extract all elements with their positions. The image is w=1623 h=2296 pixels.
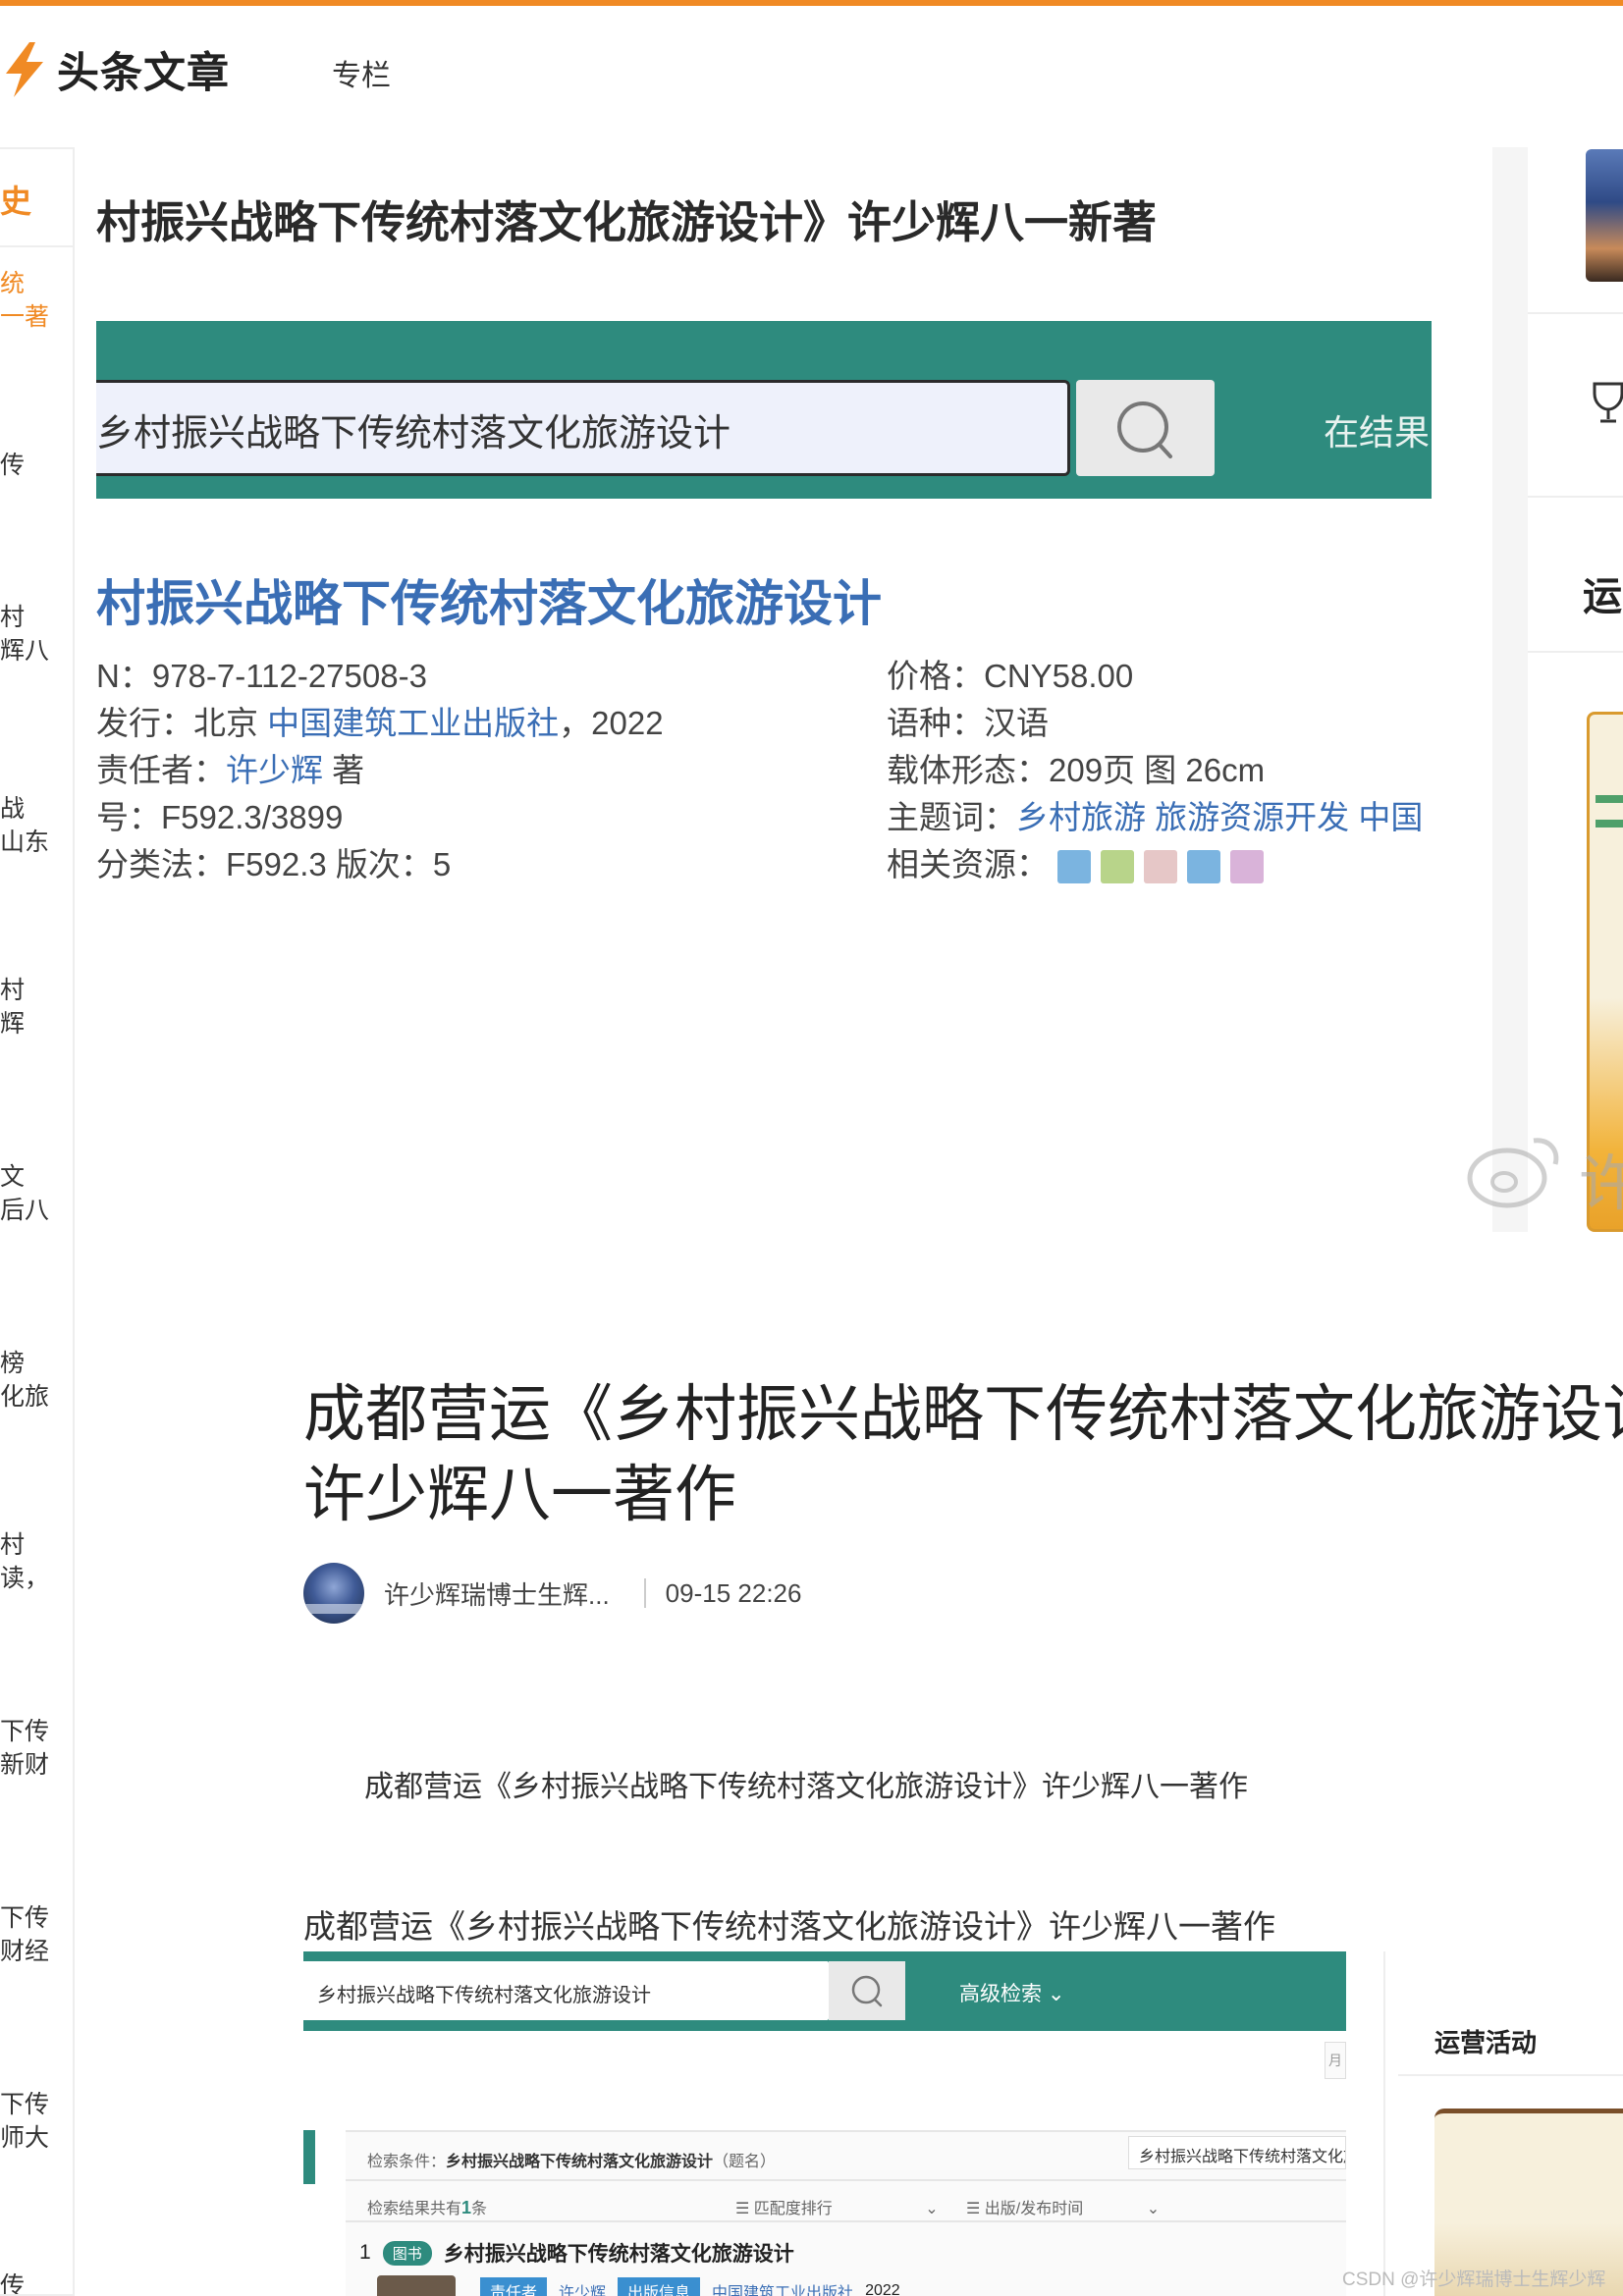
divider xyxy=(346,2179,1346,2181)
image-search-box: 乡村振兴战略下传统村落文化旅游设计 xyxy=(96,380,1070,476)
sidebar-header: 史 xyxy=(0,149,73,247)
image2-advanced-search: 高级检索 ⌄ xyxy=(959,1983,1065,2005)
divider xyxy=(1398,2074,1623,2076)
image-book-title: 村振兴战略下传统村落文化旅游设计 xyxy=(96,576,882,631)
sidebar-item[interactable]: 榜 化旅 xyxy=(0,1347,69,1414)
right-activity-title: 运 xyxy=(1583,575,1622,618)
image2-search-box: 乡村振兴战略下传统村落文化旅游设计 xyxy=(303,1961,829,2020)
divider xyxy=(346,2220,1346,2222)
image2-condition: 检索条件：乡村振兴战略下传统村落文化旅游设计（题名） xyxy=(367,2154,777,2170)
image-search-text: 乡村振兴战略下传统村落文化旅游设计 xyxy=(96,413,731,454)
sidebar-item[interactable]: 战 山东 xyxy=(0,792,69,859)
article-image-search-detail: 乡村振兴战略下传统村落文化旅游设计 高级检索 ⌄ 月 检索条件：乡村振兴战略下传… xyxy=(303,1951,1623,2296)
image2-book-thumbnail xyxy=(377,2275,456,2296)
chevron-down-icon: ⌄ xyxy=(1146,2201,1161,2217)
sidebar-item[interactable]: 统 一著 xyxy=(0,267,69,334)
divider xyxy=(643,1578,646,1608)
avatar[interactable] xyxy=(303,1563,364,1624)
lightning-icon xyxy=(6,42,43,97)
article-image-caption: 成都营运《乡村振兴战略下传统村落文化旅游设计》许少辉八一著作 xyxy=(303,1908,1275,1945)
image-title-text: 村振兴战略下传统村落文化旅游设计》许少辉八一新著 xyxy=(96,197,1158,247)
image-meta-left: N：978-7-112-27508-3 发行：北京 中国建筑工业出版社，2022… xyxy=(96,658,664,882)
header: 头条文章 专栏 xyxy=(0,6,1623,132)
image-search-button xyxy=(1076,380,1215,476)
search-icon xyxy=(851,1975,883,2007)
sidebar-item[interactable]: 下传 师大 xyxy=(0,2088,69,2155)
sidebar-header-text: 史 xyxy=(0,184,32,219)
banner-decoration xyxy=(1596,820,1623,828)
image2-result-item: 1 图书 乡村振兴战略下传统村落文化旅游设计 xyxy=(359,2240,794,2266)
sort-icon: ☰ xyxy=(735,2201,750,2217)
weibo-watermark-icon xyxy=(1467,1138,1559,1208)
sidebar-item[interactable]: 下传 财经 xyxy=(0,1901,69,1968)
sidebar-item[interactable]: 下传 新财 xyxy=(0,1715,69,1782)
trophy-icon xyxy=(1593,382,1623,423)
resource-image-icon xyxy=(1187,850,1221,884)
resource-chart-icon xyxy=(1101,850,1135,884)
right-column-gap xyxy=(1492,147,1528,1232)
image2-condition-box: 乡村振兴战略下传统村落文化旅游设计 xyxy=(1128,2136,1346,2169)
resource-image-icon xyxy=(1057,850,1092,884)
resource-icons xyxy=(1057,850,1265,884)
author-name[interactable]: 许少辉瑞博士生辉... xyxy=(384,1575,610,1612)
image2-left-strip xyxy=(303,2130,315,2184)
publish-time: 09-15 22:26 xyxy=(665,1577,802,1608)
article-paragraph: 成都营运《乡村振兴战略下传统村落文化旅游设计》许少辉八一著作 xyxy=(364,1771,1248,1803)
logo-text: 头条文章 xyxy=(57,50,230,97)
weibo-watermark-text: 许 xyxy=(1579,1150,1623,1218)
image-band-right-text: 在结果 xyxy=(1324,412,1431,453)
sidebar-item[interactable]: 村 读， xyxy=(0,1528,69,1595)
image2-search-text: 乡村振兴战略下传统村落文化旅游设计 xyxy=(317,1985,651,2006)
sidebar-item[interactable]: 村 辉八 xyxy=(0,601,69,667)
csdn-watermark: CSDN @许少辉瑞博士生辉少辉 xyxy=(1342,2269,1606,2290)
image-meta-right: 价格：CNY58.00 语种：汉语 载体形态：209页 图 26cm 主题词：乡… xyxy=(887,658,1424,884)
sidebar-item[interactable]: 村 辉 xyxy=(0,974,69,1041)
sidebar-item[interactable]: 传 xyxy=(0,449,69,482)
sidebar-item[interactable]: 传 xyxy=(0,2269,69,2294)
image2-search-button xyxy=(829,1961,905,2020)
chevron-down-icon: ⌄ xyxy=(925,2201,939,2217)
logo[interactable]: 头条文章 xyxy=(0,39,230,100)
image2-sort-relevance: ☰ 匹配度排行 ⌄ xyxy=(735,2201,939,2217)
right-author-thumbnail[interactable] xyxy=(1586,149,1623,282)
article-title: 成都营运《乡村振兴战略下传统村落文化旅游设计》 许少辉八一著作 xyxy=(303,1374,1623,1535)
sort-icon: ☰ xyxy=(966,2201,981,2217)
image2-right-title: 运营活动 xyxy=(1434,2028,1538,2057)
image2-sort-date: ☰ 出版/发布时间 ⌄ xyxy=(966,2201,1161,2217)
banner-decoration xyxy=(1596,795,1623,803)
nav-zhuanlan[interactable]: 专栏 xyxy=(332,51,391,94)
chevron-down-icon: ⌄ xyxy=(1047,1983,1065,2005)
image2-result-count: 检索结果共有1条 xyxy=(367,2198,488,2217)
search-icon xyxy=(1117,401,1172,458)
article-title-line2: 许少辉八一著作 xyxy=(303,1461,736,1529)
sidebar-article-list: 史 统 一著 传 村 辉八 战 山东 村 辉 文 后八 榜 化旅 村 读， 下传… xyxy=(0,147,75,2296)
resource-link-icon xyxy=(1230,850,1265,884)
article-title-line1: 成都营运《乡村振兴战略下传统村落文化旅游设计》 xyxy=(303,1380,1623,1449)
image2-result-sub: 责任者 许少辉 出版信息 中国建筑工业出版社 2022 xyxy=(480,2277,900,2296)
resource-google-icon xyxy=(1144,850,1178,884)
article-image-search-result: 村振兴战略下传统村落文化旅游设计》许少辉八一新著 乡村振兴战略下传统村落文化旅游… xyxy=(96,147,1492,1232)
author-row: 许少辉瑞博士生辉... 09-15 22:26 xyxy=(303,1563,801,1624)
sidebar-item[interactable]: 文 后八 xyxy=(0,1160,69,1227)
image2-small-box: 月 xyxy=(1325,2042,1346,2079)
